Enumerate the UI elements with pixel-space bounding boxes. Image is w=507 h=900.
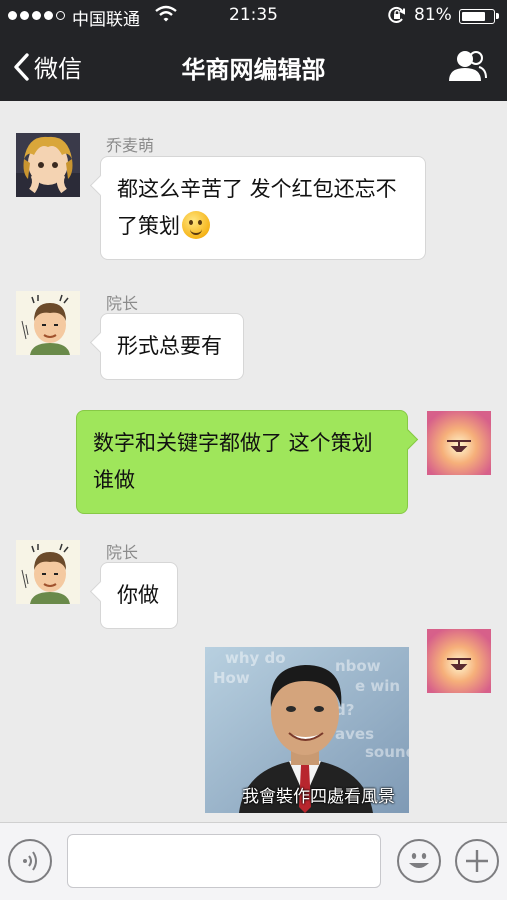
thinking-face-emoji-icon <box>182 211 210 239</box>
battery-icon <box>459 9 499 24</box>
sticker-image[interactable]: why do nbow How e win d? aves sound 我會裝作… <box>205 647 409 813</box>
person-icon <box>446 51 488 88</box>
sender-name: 院长 <box>106 543 139 562</box>
svg-text:e win: e win <box>355 677 400 695</box>
chat-title: 华商网编辑部 <box>181 56 326 84</box>
emoji-button[interactable] <box>397 839 441 883</box>
svg-text:aves: aves <box>335 725 374 743</box>
avatar[interactable] <box>16 291 80 355</box>
sticker-caption: 我會裝作四處看風景 <box>242 787 395 807</box>
message-text: 你做 <box>117 583 159 607</box>
svg-text:sound: sound <box>365 743 409 761</box>
message-bubble[interactable]: 数字和关键字都做了 这个策划谁做 <box>76 410 408 514</box>
battery-percent: 81% <box>414 5 452 25</box>
message-bubble[interactable]: 都这么辛苦了 发个红包还忘不了策划 <box>100 156 426 260</box>
message-bubble[interactable]: 你做 <box>100 562 178 629</box>
input-bar <box>0 822 507 900</box>
sender-name: 院长 <box>106 294 139 313</box>
message-text: 形式总要有 <box>117 334 222 358</box>
avatar[interactable] <box>427 411 491 475</box>
sender-name: 乔麦萌 <box>106 136 155 155</box>
top-bar: 中国联通 21:35 81% 微信 华商网编辑部 <box>0 0 507 101</box>
message-text: 都这么辛苦了 发个红包还忘不了策划 <box>117 177 397 238</box>
message-bubble[interactable]: 形式总要有 <box>100 313 244 380</box>
message-text: 数字和关键字都做了 这个策划谁做 <box>93 431 373 492</box>
voice-button[interactable] <box>8 839 52 883</box>
avatar[interactable] <box>16 540 80 604</box>
avatar[interactable] <box>427 629 491 693</box>
svg-text:How: How <box>213 669 250 687</box>
svg-text:nbow: nbow <box>335 657 381 675</box>
rotation-lock-icon <box>387 5 407 30</box>
message-input[interactable] <box>67 834 381 888</box>
svg-text:why do: why do <box>225 649 286 667</box>
avatar[interactable] <box>16 133 80 197</box>
status-bar: 中国联通 21:35 81% <box>0 0 507 32</box>
group-info-button[interactable] <box>446 48 488 88</box>
more-button[interactable] <box>455 839 499 883</box>
navigation-bar: 微信 华商网编辑部 <box>0 32 507 101</box>
